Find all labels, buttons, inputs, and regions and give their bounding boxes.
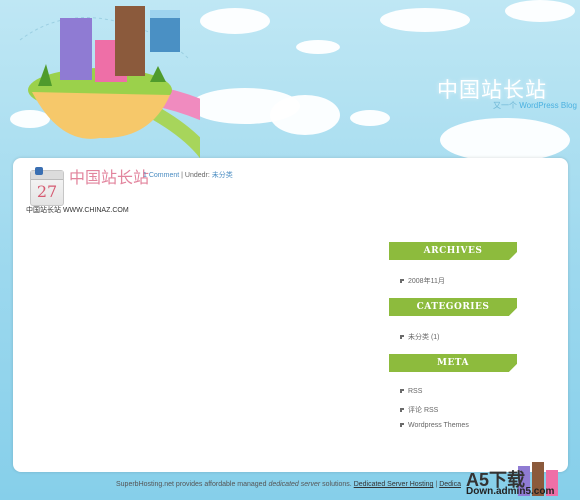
meta-item-label: RSS [408, 388, 423, 395]
tagline-prefix: 又一个 [493, 101, 517, 110]
category-prefix: Undedr: [184, 172, 210, 179]
footer-text-c: solutions. [322, 481, 352, 488]
footer-link-2[interactable]: Dedica [439, 481, 461, 488]
main-content-panel: 27 中国站长站 1 Comment | Undedr: 未分类 中国站长站 W… [13, 158, 568, 472]
archive-item-label: 2008年11月 [408, 278, 445, 285]
cloud-decoration [350, 110, 390, 126]
post-body: 中国站长站 WWW.CHINAZ.COM [26, 207, 129, 214]
cloud-decoration [200, 8, 270, 34]
footer-separator: | [435, 481, 438, 488]
category-item[interactable]: 未分类 (1) [400, 332, 440, 342]
bullet-icon [400, 279, 404, 284]
meta-item-rss[interactable]: RSS [400, 388, 422, 395]
footer-text-b: dedicated server [268, 481, 321, 488]
cloud-decoration [505, 0, 575, 22]
post-meta: 1 Comment | Undedr: 未分类 [143, 170, 233, 180]
footer-link-dedicated-hosting[interactable]: Dedicated Server Hosting [354, 481, 434, 488]
archive-item[interactable]: 2008年11月 [400, 276, 445, 286]
post-date-day: 27 [36, 182, 58, 201]
blog-tagline: 又一个 WordPress Blog [493, 100, 577, 111]
calendar-clip-icon [35, 167, 43, 175]
meta-item-label: 评论 RSS [408, 407, 439, 414]
post-title[interactable]: 中国站长站 [69, 164, 149, 188]
cloud-decoration [440, 118, 570, 162]
category-item-label: 未分类 (1) [408, 334, 440, 341]
post-date-badge: 27 [30, 167, 64, 206]
watermark-url: Down.admin5.com [466, 486, 555, 497]
categories-widget-title: CATEGORIES [389, 298, 517, 316]
meta-item-wordpress-themes[interactable]: Wordpress Themes [400, 422, 469, 429]
meta-separator: | [181, 172, 183, 179]
meta-item-label: Wordpress Themes [408, 422, 469, 429]
bullet-icon [400, 423, 404, 428]
tagline-suffix: WordPress Blog [519, 101, 577, 110]
footer-text-a: SuperbHosting.net provides affordable ma… [116, 481, 267, 488]
post-category-link[interactable]: 未分类 [212, 172, 233, 179]
bullet-icon [400, 335, 404, 340]
footer-text: SuperbHosting.net provides affordable ma… [116, 481, 461, 488]
archives-widget-title: ARCHIVES [389, 242, 517, 260]
meta-item-comments-rss[interactable]: 评论 RSS [400, 405, 438, 415]
floating-island-illustration [19, 6, 200, 159]
bullet-icon [400, 389, 404, 394]
bullet-icon [400, 408, 404, 413]
post-comments-link[interactable]: 1 Comment [143, 172, 179, 179]
cloud-decoration [270, 95, 340, 135]
meta-widget-title: META [389, 354, 517, 372]
cloud-decoration [296, 40, 340, 54]
cloud-decoration [380, 8, 470, 32]
